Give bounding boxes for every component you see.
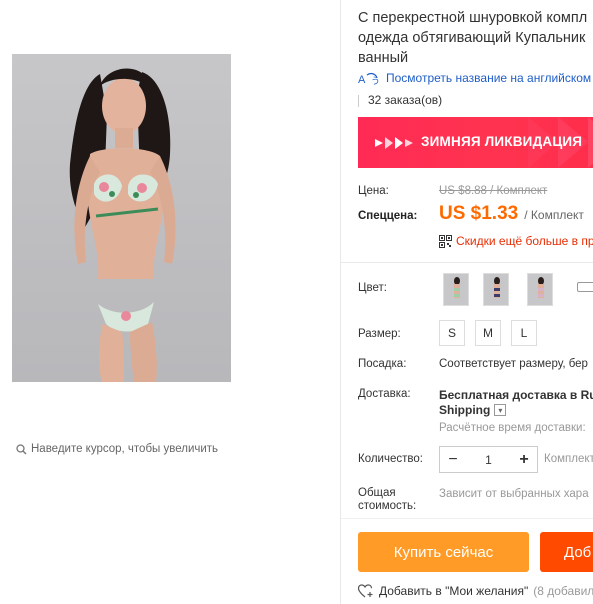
size-label: Размер: <box>358 328 401 340</box>
sale-price-label: Спеццена: <box>358 210 418 222</box>
section-divider <box>341 518 593 519</box>
total-price-value: Зависит от выбранных хара <box>439 488 589 500</box>
color-swatch[interactable] <box>527 273 553 306</box>
shipping-label: Доставка: <box>358 388 411 400</box>
original-price: US $8.88 / Комплект <box>439 185 548 197</box>
shipping-method-text[interactable]: Shipping <box>439 403 490 417</box>
promo-discount-link[interactable]: Скидки ещё больше в пр <box>439 234 593 248</box>
color-swatch[interactable] <box>443 273 469 306</box>
color-label: Цвет: <box>358 282 387 294</box>
product-main-image[interactable] <box>12 54 231 382</box>
add-to-cart-button[interactable]: Доб <box>540 532 593 572</box>
price-label: Цена: <box>358 185 389 197</box>
heart-plus-icon <box>358 584 373 598</box>
translate-icon: Aう <box>358 72 380 85</box>
translate-link-text[interactable]: Посмотреть название на английском <box>386 71 591 85</box>
fit-label: Посадка: <box>358 358 407 370</box>
wishlist-link[interactable]: Добавить в "Мои желания" (8 добавил <box>358 584 593 598</box>
product-title-line: С перекрестной шнуровкой компл <box>358 10 588 26</box>
quantity-stepper[interactable]: − 1 + <box>439 446 538 473</box>
plus-icon[interactable]: + <box>511 447 537 472</box>
total-label-line: Общая <box>358 487 396 499</box>
svg-text:A: A <box>358 74 366 85</box>
total-price-label: Общая стоимость: <box>358 487 416 513</box>
translate-title-link[interactable]: Aう Посмотреть название на английском <box>358 71 591 85</box>
section-divider <box>341 262 593 263</box>
product-info-panel: С перекрестной шнуровкой компл одежда об… <box>341 0 593 604</box>
size-option-s[interactable]: S <box>439 320 465 346</box>
wishlist-count: (8 добавил <box>533 584 593 598</box>
shipping-method-select[interactable]: Shipping ▾ <box>439 403 507 417</box>
buy-now-button[interactable]: Купить сейчас <box>358 532 529 572</box>
quantity-label: Количество: <box>358 453 423 465</box>
svg-text:う: う <box>371 76 380 85</box>
total-label-line: стоимость: <box>358 500 417 512</box>
sale-price-amount: US $1.33 <box>439 203 519 224</box>
promo-text[interactable]: Скидки ещё больше в пр <box>456 234 593 248</box>
sale-price-unit: / Комплект <box>524 208 584 222</box>
product-title-line: ванный <box>358 50 409 66</box>
quantity-unit: Комплект <box>544 453 593 465</box>
quantity-value[interactable]: 1 <box>466 453 511 467</box>
qr-code-icon <box>439 234 452 248</box>
size-option-l[interactable]: L <box>511 320 537 346</box>
chevron-down-icon[interactable]: ▾ <box>494 404 507 416</box>
product-title-line: одежда обтягивающий Купальник <box>358 30 586 46</box>
shipping-estimate: Расчётное время доставки: <box>439 422 586 434</box>
more-colors-icon[interactable] <box>577 282 593 292</box>
sale-price: US $1.33 / Комплект <box>439 203 584 225</box>
banner-logo-icon <box>375 137 413 149</box>
zoom-hint: Наведите курсор, чтобы увеличить <box>16 443 218 455</box>
product-gallery: Наведите курсор, чтобы увеличить <box>0 0 340 604</box>
size-option-m[interactable]: M <box>475 320 501 346</box>
shipping-value: Бесплатная доставка в Rus <box>439 388 593 402</box>
wishlist-text[interactable]: Добавить в "Мои желания" <box>379 584 528 598</box>
minus-icon[interactable]: − <box>440 447 466 472</box>
banner-text: ЗИМНЯЯ ЛИКВИДАЦИЯ <box>421 134 583 149</box>
color-swatch[interactable] <box>483 273 509 306</box>
product-title: С перекрестной шнуровкой компл одежда об… <box>358 8 593 68</box>
fit-value: Соответствует размеру, бер <box>439 358 588 370</box>
promo-banner[interactable]: ЗИМНЯЯ ЛИКВИДАЦИЯ <box>358 117 593 168</box>
magnifier-icon <box>16 443 27 454</box>
zoom-hint-text: Наведите курсор, чтобы увеличить <box>31 443 219 455</box>
orders-count: 32 заказа(ов) <box>358 93 442 107</box>
